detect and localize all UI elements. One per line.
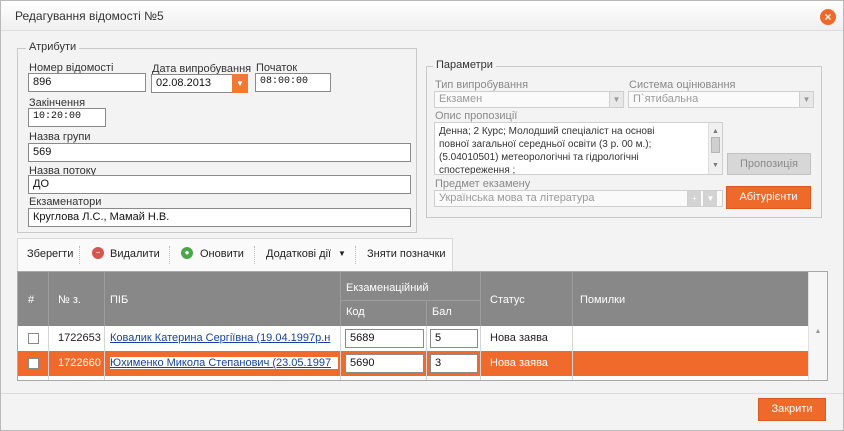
close-button[interactable]: Закрити bbox=[758, 398, 826, 421]
proposal-line: спостереження ; bbox=[439, 165, 516, 175]
edit-sheet-dialog: Редагування відомості №5 × Атрибути Номе… bbox=[0, 0, 844, 431]
chevron-down-icon[interactable]: ▼ bbox=[799, 92, 813, 107]
header-divider bbox=[48, 272, 49, 326]
code-input[interactable]: 5690 bbox=[345, 354, 424, 373]
col-errors[interactable]: Помилки bbox=[580, 294, 625, 306]
grading-select[interactable]: П`ятибальна bbox=[628, 91, 814, 108]
header-divider bbox=[340, 272, 341, 326]
delete-icon: − bbox=[92, 247, 104, 259]
col-name[interactable]: ПІБ bbox=[110, 294, 128, 306]
refresh-button[interactable]: Оновити bbox=[200, 248, 244, 260]
chevron-down-icon[interactable]: ▼ bbox=[703, 191, 717, 206]
column-divider bbox=[480, 326, 481, 380]
add-icon[interactable]: + bbox=[687, 191, 701, 206]
toolbar-separator bbox=[169, 246, 170, 264]
examiners-label: Екзаменатори bbox=[29, 196, 102, 208]
header-divider bbox=[572, 272, 573, 326]
row-number: 1722653 bbox=[58, 332, 101, 344]
row-status: Нова заява bbox=[490, 332, 548, 344]
test-type-select[interactable]: Екзамен bbox=[434, 91, 624, 108]
start-time-field[interactable]: 08:00:00 bbox=[255, 73, 331, 92]
table-row[interactable]: 1722653 Ковалик Катерина Сергіївна (19.0… bbox=[18, 326, 808, 351]
col-hash[interactable]: # bbox=[28, 294, 34, 306]
parameters-legend: Параметри bbox=[433, 59, 496, 71]
row-checkbox[interactable] bbox=[28, 358, 39, 369]
group-label: Назва групи bbox=[29, 131, 91, 143]
col-number[interactable]: № з. bbox=[58, 294, 81, 306]
col-score[interactable]: Бал bbox=[432, 306, 452, 318]
column-divider bbox=[426, 326, 427, 380]
students-grid: # № з. ПІБ Екзаменаційний Код Бал Статус… bbox=[17, 271, 828, 381]
subject-label: Предмет екзамену bbox=[435, 178, 531, 190]
examiners-field[interactable]: Круглова Л.С., Мамай Н.В. bbox=[28, 208, 411, 227]
grading-label: Система оцінювання bbox=[629, 79, 736, 91]
student-name-link[interactable]: Юхименко Микола Степанович (23.05.1997 bbox=[110, 357, 338, 369]
applicants-button[interactable]: Абітурієнти bbox=[726, 186, 811, 209]
toolbar-separator bbox=[254, 246, 255, 264]
subject-field[interactable]: Українська мова та література bbox=[434, 190, 723, 207]
proposal-line: (5.04010501) метеорологічні та гідрологі… bbox=[439, 152, 639, 163]
proposal-line: повної загальної середньої освіти (3 р. … bbox=[439, 139, 652, 150]
proposal-button[interactable]: Пропозиція bbox=[727, 153, 811, 175]
grid-header: # № з. ПІБ Екзаменаційний Код Бал Статус… bbox=[18, 272, 808, 326]
group-field[interactable]: 569 bbox=[28, 143, 411, 162]
col-exam: Екзаменаційний bbox=[346, 282, 429, 294]
scroll-up-icon[interactable]: ▲ bbox=[809, 328, 827, 335]
row-checkbox[interactable] bbox=[28, 333, 39, 344]
grid-toolbar: Зберегти − Видалити ● Оновити Додаткові … bbox=[17, 238, 453, 271]
number-field[interactable]: 896 bbox=[28, 73, 146, 92]
code-input[interactable]: 5689 bbox=[345, 329, 424, 348]
header-divider bbox=[480, 272, 481, 326]
end-time-field[interactable]: 10:20:00 bbox=[28, 108, 106, 127]
table-row-selected[interactable]: 1722660 Юхименко Микола Степанович (23.0… bbox=[18, 351, 808, 376]
close-icon[interactable]: × bbox=[820, 9, 836, 25]
column-divider bbox=[48, 326, 49, 380]
chevron-down-icon[interactable]: ▼ bbox=[609, 92, 623, 107]
scroll-thumb[interactable] bbox=[711, 137, 720, 153]
test-type-label: Тип випробування bbox=[435, 79, 529, 91]
column-divider bbox=[104, 326, 105, 380]
column-divider bbox=[572, 326, 573, 380]
date-field[interactable]: 02.08.2013 bbox=[151, 74, 233, 93]
extra-actions-button[interactable]: Додаткові дії bbox=[266, 248, 331, 260]
unmark-button[interactable]: Зняти позначки bbox=[367, 248, 446, 260]
dialog-titlebar: Редагування відомості №5 × bbox=[1, 1, 843, 31]
chevron-down-icon[interactable]: ▼ bbox=[338, 249, 346, 258]
refresh-icon: ● bbox=[181, 247, 193, 259]
save-button[interactable]: Зберегти bbox=[27, 248, 73, 260]
score-input[interactable]: 3 bbox=[430, 354, 478, 373]
header-divider bbox=[104, 272, 105, 326]
toolbar-separator bbox=[355, 246, 356, 264]
proposal-description[interactable]: Денна; 2 Курс; Молодший спеціаліст на ос… bbox=[434, 122, 723, 175]
calendar-icon[interactable]: ▼ bbox=[232, 74, 248, 93]
row-number: 1722660 bbox=[58, 357, 101, 369]
attributes-legend: Атрибути bbox=[26, 41, 80, 53]
proposal-line: Денна; 2 Курс; Молодший спеціаліст на ос… bbox=[439, 126, 655, 137]
score-input[interactable]: 5 bbox=[430, 329, 478, 348]
col-code[interactable]: Код bbox=[346, 306, 365, 318]
toolbar-separator bbox=[79, 246, 80, 264]
proposal-desc-label: Опис пропозиції bbox=[435, 110, 518, 122]
header-divider bbox=[426, 300, 427, 326]
header-divider bbox=[340, 300, 480, 301]
grid-scrollbar[interactable]: ▲ bbox=[808, 272, 827, 380]
col-status[interactable]: Статус bbox=[490, 294, 525, 306]
row-status: Нова заява bbox=[490, 357, 548, 369]
student-name-link[interactable]: Ковалик Катерина Сергіївна (19.04.1997р.… bbox=[110, 332, 338, 344]
scroll-down-icon[interactable]: ▼ bbox=[709, 159, 722, 172]
delete-button[interactable]: Видалити bbox=[110, 248, 160, 260]
column-divider bbox=[340, 326, 341, 380]
stream-field[interactable]: ДО bbox=[28, 175, 411, 194]
dialog-title: Редагування відомості №5 bbox=[15, 9, 164, 23]
footer-divider bbox=[1, 393, 843, 394]
description-scrollbar[interactable]: ▲ ▼ bbox=[708, 123, 722, 174]
